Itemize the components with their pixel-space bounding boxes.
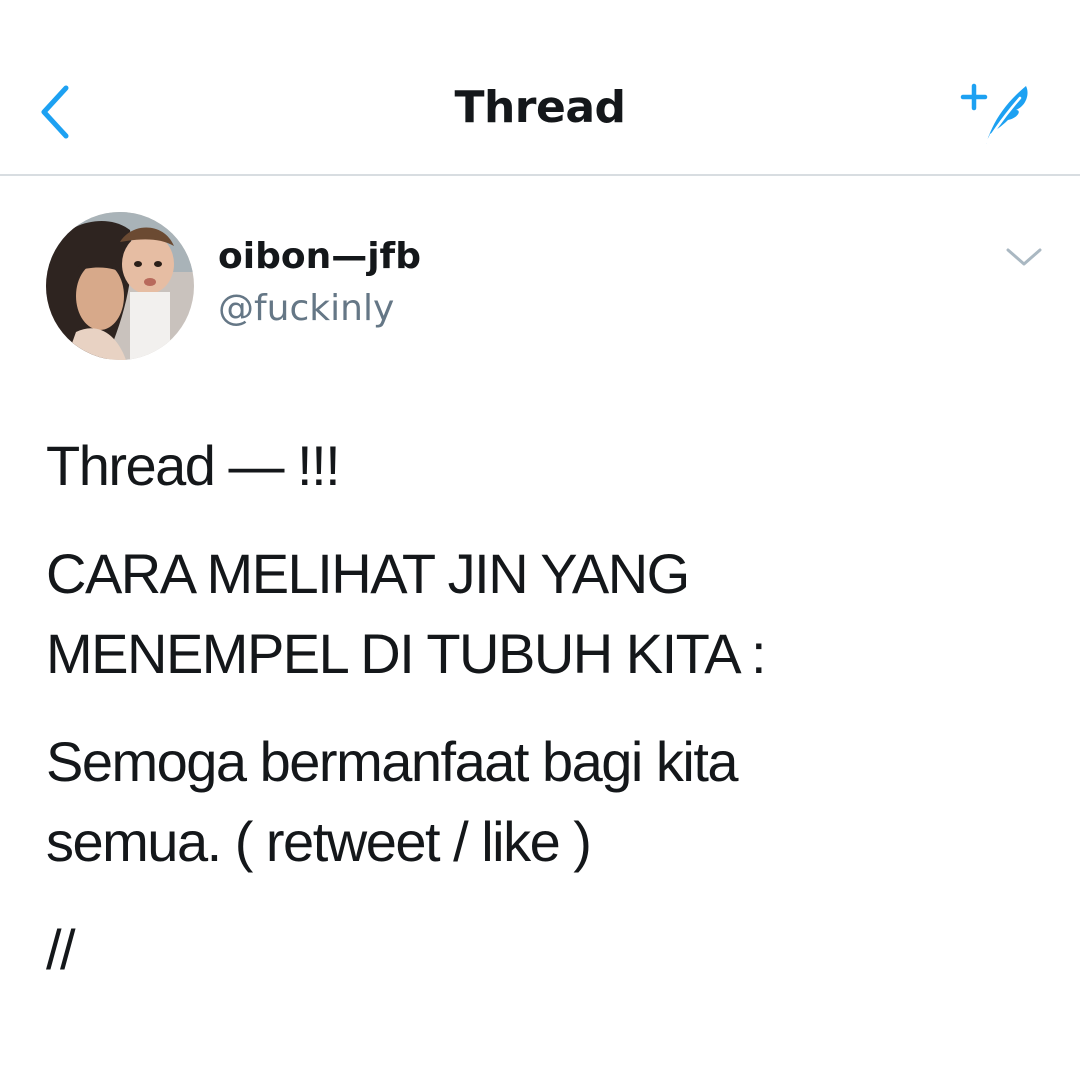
compose-tweet-icon <box>960 83 1028 144</box>
tweet-paragraph-4: // <box>46 918 76 981</box>
author-display-name[interactable]: oibon—jfb <box>218 236 421 277</box>
tweet-paragraph-1: Thread — !!! <box>46 434 341 497</box>
tweet-paragraph-2: CARA MELIHAT JIN YANG MENEMPEL DI TUBUH … <box>46 542 767 685</box>
avatar[interactable] <box>46 212 194 360</box>
author-handle[interactable]: @fuckinly <box>218 288 394 329</box>
nav-bar: Thread <box>0 0 1080 176</box>
compose-tweet-button[interactable] <box>960 78 1044 150</box>
tweet-text: Thread — !!! CARA MELIHAT JIN YANG MENEM… <box>46 426 1046 1018</box>
tweet-paragraph-3: Semoga bermanfaat bagi kita semua. ( ret… <box>46 730 739 873</box>
chevron-down-icon <box>1006 248 1042 266</box>
page-title: Thread <box>454 82 626 133</box>
tweet-options-button[interactable] <box>1002 242 1046 272</box>
tweet-header: oibon—jfb @fuckinly <box>0 176 1080 376</box>
